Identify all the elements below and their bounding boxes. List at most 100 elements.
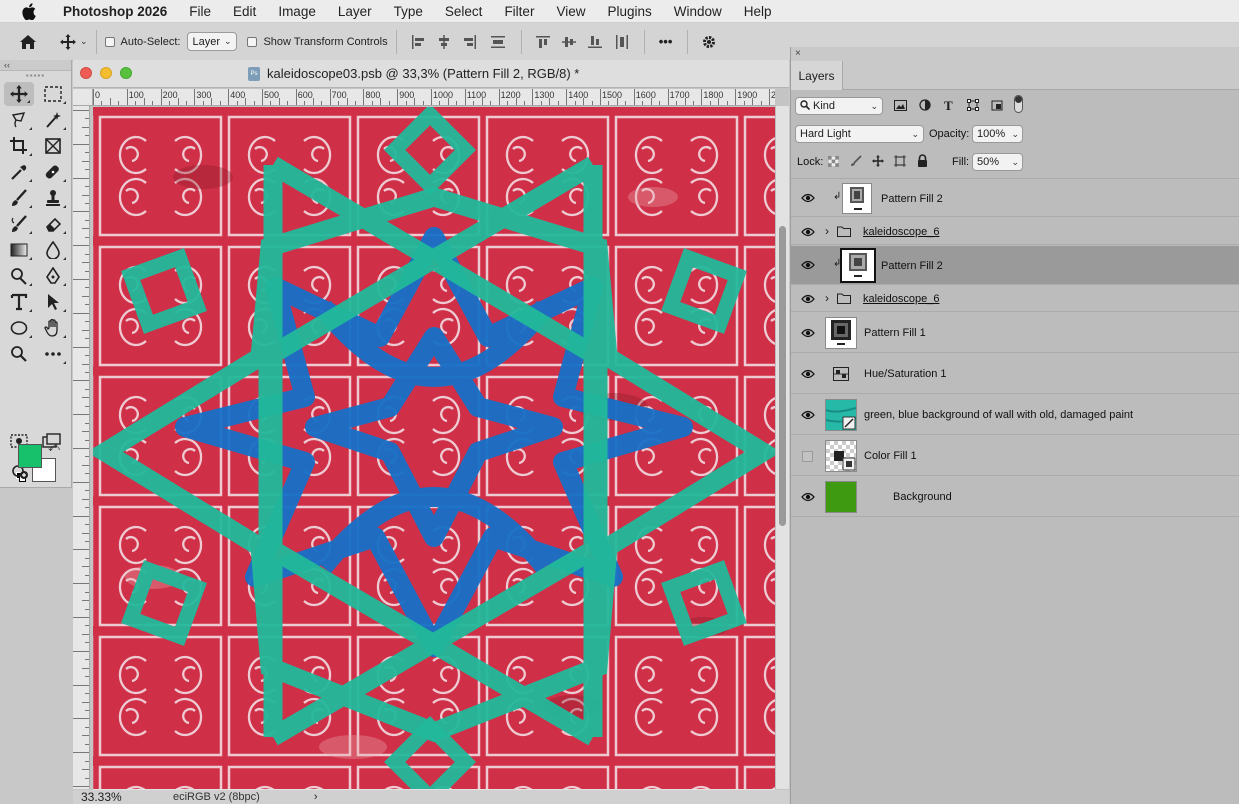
home-icon[interactable] bbox=[0, 34, 56, 50]
tool-preset-chevron-icon[interactable]: ⌄ bbox=[80, 36, 88, 47]
more-options-icon[interactable]: ••• bbox=[653, 34, 679, 49]
close-panel-icon[interactable]: × bbox=[791, 47, 1239, 61]
filter-pixel-icon[interactable] bbox=[894, 100, 907, 114]
layer-row-background[interactable]: Background bbox=[791, 477, 1239, 517]
filter-smart-object-icon[interactable] bbox=[991, 99, 1003, 114]
menu-layer[interactable]: Layer bbox=[327, 4, 383, 19]
hand-tool-icon[interactable] bbox=[36, 315, 70, 341]
blend-mode-dropdown[interactable]: Hard Light ⌄ bbox=[795, 125, 924, 143]
align-center-icon[interactable] bbox=[431, 34, 457, 49]
frame-tool-icon[interactable] bbox=[36, 133, 70, 159]
filter-type-icon[interactable]: T bbox=[944, 98, 953, 114]
eye-icon[interactable] bbox=[801, 294, 815, 304]
healing-brush-icon[interactable] bbox=[36, 159, 70, 185]
collapse-icon[interactable]: ‹‹ bbox=[0, 60, 71, 71]
eraser-icon[interactable] bbox=[36, 211, 70, 237]
align-left-icon[interactable] bbox=[405, 34, 431, 49]
auto-select-checkbox[interactable] bbox=[104, 36, 115, 47]
move-tool-icon[interactable] bbox=[4, 82, 34, 106]
more-tools-icon[interactable] bbox=[36, 341, 70, 367]
lasso-tool-icon[interactable] bbox=[2, 107, 36, 133]
layer-row-kaleidoscope-group-bottom[interactable]: › kaleidoscope_6 bbox=[791, 286, 1239, 312]
magic-wand-icon[interactable] bbox=[36, 107, 70, 133]
lock-pixels-icon[interactable] bbox=[850, 155, 862, 170]
menu-app[interactable]: Photoshop 2026 bbox=[52, 4, 178, 19]
eye-icon[interactable] bbox=[801, 328, 815, 338]
history-brush-icon[interactable] bbox=[2, 211, 36, 237]
horizontal-ruler[interactable]: 0 100 200 300 400 500 600 700 800 900 1000 1100 1200… bbox=[93, 89, 775, 106]
eyedropper-icon[interactable] bbox=[2, 159, 36, 185]
eye-icon[interactable] bbox=[801, 492, 815, 502]
menu-filter[interactable]: Filter bbox=[493, 4, 545, 19]
close-window-button[interactable] bbox=[80, 67, 92, 79]
path-selection-icon[interactable] bbox=[36, 289, 70, 315]
panel-grip[interactable]: ▪▪▪▪▪ bbox=[0, 71, 71, 81]
layer-row-hue-saturation-1[interactable]: Hue/Saturation 1 bbox=[791, 354, 1239, 394]
eye-icon[interactable] bbox=[801, 410, 815, 420]
pen-tool-icon[interactable] bbox=[36, 263, 70, 289]
layer-row-pattern-fill-2-top[interactable]: ↲ Pattern Fill 2 bbox=[791, 178, 1239, 217]
blur-tool-icon[interactable] bbox=[36, 237, 70, 263]
zoom-tool-icon[interactable] bbox=[2, 341, 36, 367]
filter-shape-icon[interactable] bbox=[967, 99, 979, 114]
apple-icon[interactable] bbox=[18, 0, 40, 23]
layer-row-pattern-fill-2-selected[interactable]: ↲ Pattern Fill 2 bbox=[791, 246, 1239, 285]
foreground-color-swatch[interactable] bbox=[18, 444, 42, 468]
chevron-right-icon[interactable]: › bbox=[314, 791, 318, 803]
eye-icon[interactable] bbox=[801, 193, 815, 203]
dodge-tool-icon[interactable] bbox=[2, 263, 36, 289]
menu-file[interactable]: File bbox=[178, 4, 222, 19]
layer-row-pattern-fill-1[interactable]: Pattern Fill 1 bbox=[791, 313, 1239, 353]
distribute-icon[interactable] bbox=[483, 35, 513, 49]
gradient-tool-icon[interactable] bbox=[2, 237, 36, 263]
layer-row-kaleidoscope-group-top[interactable]: › kaleidoscope_6 bbox=[791, 218, 1239, 245]
chevron-right-icon[interactable]: › bbox=[825, 224, 829, 238]
filter-kind-dropdown[interactable]: Kind ⌄ bbox=[795, 97, 883, 115]
chevron-right-icon[interactable]: › bbox=[825, 291, 829, 305]
stamp-tool-icon[interactable] bbox=[36, 185, 70, 211]
menu-help[interactable]: Help bbox=[733, 4, 783, 19]
ellipse-tool-icon[interactable] bbox=[2, 315, 36, 341]
minimize-window-button[interactable] bbox=[100, 67, 112, 79]
menu-edit[interactable]: Edit bbox=[222, 4, 267, 19]
vertical-ruler[interactable] bbox=[73, 106, 90, 789]
menu-window[interactable]: Window bbox=[663, 4, 733, 19]
menu-view[interactable]: View bbox=[545, 4, 596, 19]
auto-select-dropdown[interactable]: Layer ⌄ bbox=[187, 32, 238, 51]
menu-image[interactable]: Image bbox=[267, 4, 327, 19]
layer-row-wall-image[interactable]: green, blue background of wall with old,… bbox=[791, 395, 1239, 435]
move-tool-icon[interactable] bbox=[56, 33, 80, 50]
menu-plugins[interactable]: Plugins bbox=[596, 4, 662, 19]
brush-tool-icon[interactable] bbox=[2, 185, 36, 211]
fill-field[interactable]: 50% ⌄ bbox=[972, 153, 1023, 171]
lock-position-icon[interactable] bbox=[872, 155, 884, 170]
menu-type[interactable]: Type bbox=[383, 4, 434, 19]
ruler-origin[interactable] bbox=[73, 89, 93, 106]
lock-all-icon[interactable] bbox=[917, 154, 928, 170]
crop-tool-icon[interactable] bbox=[2, 133, 36, 159]
visibility-toggle-off[interactable] bbox=[802, 451, 813, 462]
lock-artboard-icon[interactable] bbox=[894, 155, 906, 170]
gear-icon[interactable] bbox=[696, 34, 722, 50]
zoom-level[interactable]: 33.33% bbox=[73, 790, 143, 804]
align-middle-icon[interactable] bbox=[556, 35, 582, 49]
zoom-window-button[interactable] bbox=[120, 67, 132, 79]
filter-adjustment-icon[interactable] bbox=[919, 99, 931, 114]
filter-toggle-switch[interactable] bbox=[1014, 95, 1023, 113]
screen-mode-icon[interactable] bbox=[42, 433, 62, 452]
layer-row-color-fill-1[interactable]: Color Fill 1 bbox=[791, 436, 1239, 476]
scrollbar-thumb[interactable] bbox=[779, 226, 786, 526]
type-tool-icon[interactable] bbox=[2, 289, 36, 315]
eye-icon[interactable] bbox=[801, 227, 815, 237]
eye-icon[interactable] bbox=[801, 369, 815, 379]
align-top-icon[interactable] bbox=[530, 35, 556, 49]
lock-transparent-icon[interactable] bbox=[827, 155, 840, 170]
opacity-field[interactable]: 100% ⌄ bbox=[972, 125, 1023, 143]
tab-layers[interactable]: Layers bbox=[791, 61, 843, 90]
canvas[interactable] bbox=[93, 107, 775, 789]
distribute-vertical-icon[interactable] bbox=[608, 34, 636, 49]
marquee-tool-icon[interactable] bbox=[36, 81, 70, 107]
show-transform-checkbox[interactable] bbox=[247, 36, 258, 47]
vertical-scrollbar[interactable] bbox=[775, 106, 789, 789]
eye-icon[interactable] bbox=[801, 260, 815, 270]
